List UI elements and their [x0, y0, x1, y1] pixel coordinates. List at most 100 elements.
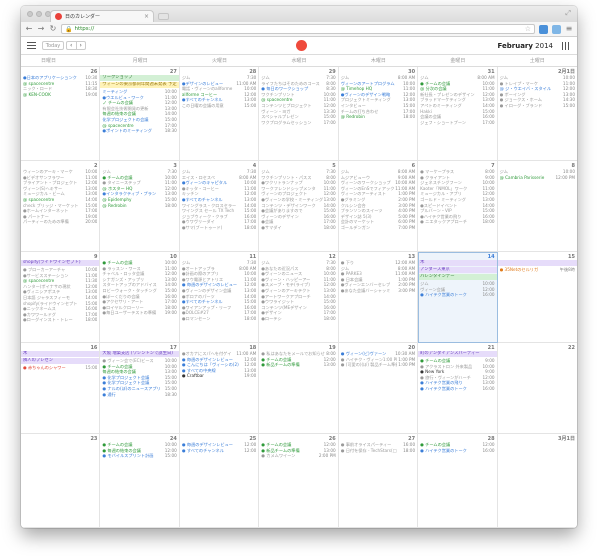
calendar-event[interactable]: ● ハイテク営業のトーク 16:00	[420, 448, 494, 454]
day-cell[interactable]: 14 木アンダーズ東京 バレンタインデー ジム 10:00 ヴィーン会議 12:00 ● ハイ…	[418, 252, 498, 343]
calendar-event[interactable]: ● ハイテク営業のトーク 16:00	[420, 386, 494, 392]
next-month-button[interactable]: ›	[77, 42, 86, 49]
calendar-event[interactable]: ● イローグ・ブランド 15:00	[500, 103, 575, 109]
day-cell[interactable]: 12 ジム 7:30 ●あなたの近況パス 8:00 ●ヴィーンのニュース 10:00 ●ヴィー…	[259, 252, 339, 343]
calendar-event[interactable]: ● 赤ちゃんのシャワー 15:00	[23, 365, 97, 371]
calendar-event[interactable]: ゴールデンガン 7:00 PM	[341, 225, 415, 231]
day-cell[interactable]: 26 ● チームの会議 12:00 ● 新品チームの準備 13:00 ● カメムワイーン 2…	[259, 434, 339, 528]
calendar-event[interactable]: ● 35Netのセルリガ 午後8時	[500, 267, 575, 273]
hamburger-menu-icon[interactable]	[27, 42, 36, 51]
browser-menu-icon[interactable]: ≡	[565, 24, 573, 34]
day-cell[interactable]: 17 大阪 増築支店 (ワシントンで誕生日) ● ヴィーン会で(EC)ビース 10:0…	[100, 343, 180, 434]
view-switch-icon[interactable]	[562, 42, 569, 50]
previous-month-button[interactable]: ‹	[67, 42, 77, 49]
day-cell[interactable]: 4 ジム 7:30 エイス・ロセスペ 8:00 AM ●ヴィーンのキャピタル 10:00 ●キ…	[179, 161, 260, 252]
calendar-event[interactable]: ● 通行 18:30	[102, 392, 176, 398]
calendar-event[interactable]: この日曜の会議の用意 15:00	[182, 103, 256, 109]
day-cell[interactable]: 13 ● 下り 12:00 AM ジム 8:00 AM ● PARKE3 11:00 AM ●…	[338, 252, 419, 343]
day-cell[interactable]: 30 ジム 8:00 AM ヴィーンのアートプログラム 10:00 @ Timehop H…	[338, 67, 419, 161]
all-day-event[interactable]: 木	[418, 260, 497, 266]
event-time: 7:00 PM	[398, 224, 416, 230]
tab-close-icon[interactable]: ×	[144, 13, 149, 20]
all-day-event[interactable]: ヴィーンの東京都同年間週末発表 予定	[100, 82, 179, 88]
calendar-event[interactable]: ● 新品チームの準備 13:00	[261, 362, 335, 368]
extension-icon[interactable]	[539, 24, 548, 34]
day-cell[interactable]: 6 ジム 8:00 AM ムジアビューウ 9:00 AM ヴィーンのワークショップ 10:0…	[338, 161, 419, 252]
all-day-event[interactable]: 隣人のプレゼン	[21, 358, 100, 364]
day-cell[interactable]: 3月1日	[497, 434, 577, 528]
calendar-event[interactable]: ● カメムワイーン 2:00 PM	[261, 453, 335, 459]
calendar-event[interactable]: パーティーのための準備 20:00	[23, 219, 97, 225]
calendar-event[interactable]: ●ロマンセーン 18:00	[182, 316, 256, 322]
calendar-event[interactable]: ●ポイントのミーティング 18:30	[102, 128, 176, 134]
all-day-event[interactable]: 町のアンダイアンスパーティー	[418, 351, 497, 357]
calendar-event[interactable]: ●サマ(ブートゥード) 18:00	[182, 225, 256, 231]
calendar-event[interactable]: ●ローグインスト・トレー 18:00	[23, 317, 97, 323]
day-cell[interactable]: 25 ● 毎週のデザインレビュー 12:00 ● すべてのチャンネル 12:00	[179, 434, 260, 528]
day-cell[interactable]: 2 ウィーンのアーキ・マーケ 10:00 ●ビデオサンフラワー 11:00 ブライアント・…	[21, 161, 101, 252]
calendar-event[interactable]: ●サマダイ 18:00	[261, 225, 335, 231]
day-cell[interactable]: 11 ジム 7:30 ●オートアップラ 8:00 AM ●計画の際のアプリ 10:00 ●ワウ…	[179, 252, 260, 343]
day-cell[interactable]: 18 ●オカナにスパへを付ゲイ 11:00 AM ● 毎週のデザインレビュー 12:00…	[179, 343, 260, 434]
calendar-event[interactable]: ●あなた会議バーシャッミ 3:00 PM	[341, 288, 415, 294]
calendar-event[interactable]: ● 日付を保存 - TechStars(□ 18:00	[341, 448, 415, 454]
day-cell[interactable]: 7 ● マーケープラス 8:00 ● クライアント 9:00 ジェネスチングフーン 10:0…	[418, 161, 498, 252]
all-day-event[interactable]: 木	[21, 351, 100, 357]
day-cell[interactable]: 22	[497, 343, 577, 434]
day-cell[interactable]: 3 ジム 7:30 ● チームの会議 10:00 ● タイニーステップ 11:00 @ ホスタ…	[100, 161, 180, 252]
day-cell[interactable]: 10 ● チームの会議 10:00 ● ラッスン・ワース 11:00 チャベル・ロッタ会議…	[100, 252, 180, 343]
all-day-event[interactable]: バレンタインデー	[418, 274, 497, 280]
calendar-event[interactable]: @ Redrobin 18:00	[102, 203, 176, 209]
calendar-event[interactable]: ● モバイルスプリント計画 15:00	[102, 453, 176, 459]
day-cell[interactable]: 20 ● ヴィーン(ビ)ヴァーン 10:30 AM ● ハイテク・ヴィーン1:00 P…	[338, 343, 419, 434]
extension-icon[interactable]	[552, 24, 561, 34]
day-cell[interactable]: 15 ● 35Netのセルリガ 午後8時	[497, 252, 577, 343]
day-cell[interactable]: 29 ジム 7:30 ライフたちはそのためのコース 8:00 ● 毎日のワークショップ 8:…	[259, 67, 339, 161]
current-month-label: February 2014	[498, 42, 554, 50]
calendar-event[interactable]: @ Cambria Parisserie 12:00 PM	[500, 175, 575, 181]
calendar-event[interactable]: ● Craftbar 19:00	[182, 373, 256, 379]
day-cell[interactable]: 31 ジム 8:00 AM ● チームの会議 10:00 @ 分次の会議 11:00 新社長・…	[418, 67, 498, 161]
calendar-event[interactable]: ● ハイテク営業のトーク 16:00	[420, 292, 494, 298]
event-title: ● カメムワイーン	[261, 453, 296, 459]
today-button[interactable]: Today	[42, 41, 64, 50]
close-window-button[interactable]	[27, 11, 33, 17]
calendar-event[interactable]: @ KEN-COOK 19:00	[23, 92, 97, 98]
new-tab-button[interactable]	[158, 13, 169, 20]
day-cell[interactable]: 5 ジム 7:30 ワクチンプリント・パスス 8:00 ●ワクリトランナップ 10:00 ワー…	[259, 161, 339, 252]
calendar-event[interactable]: ●ローテシ 18:00	[261, 316, 335, 322]
day-cell[interactable]: 26 ●日本のアプリケーションク 10:30 @ spacecentre 11:15 ニッ…	[21, 67, 101, 161]
calendar-event[interactable]: ジェフ・ショートプーン 17:00	[420, 120, 494, 126]
day-cell[interactable]: 27 ● 事前オライスパーティー 16:00 ● 日付を保存 - TechStars(…	[338, 434, 419, 528]
calendar-event[interactable]: ● (可愛の)(ぼ) 製品チーム準備 1:00 PM	[341, 362, 415, 368]
bookmark-star-icon[interactable]: ☆	[525, 25, 531, 33]
day-cell[interactable]: 16 木隣人のプレゼン ● 赤ちゃんのシャワー 15:00	[21, 343, 101, 434]
all-day-event[interactable]	[497, 260, 577, 266]
forward-arrow-icon[interactable]: →	[37, 24, 45, 34]
reload-icon[interactable]: ↻	[49, 24, 57, 34]
day-cell[interactable]: 23	[21, 434, 101, 528]
day-cell[interactable]: 2月1日 ジム 10:00 ● トレイプ・マーケ 11:00 @ ジ・ウエイバ・スタイル 1…	[497, 67, 577, 161]
day-cell[interactable]: 9 shopify(ライドウインセプト) ● ブローカーアーチャ 10:00 ●サービス…	[21, 252, 101, 343]
all-day-event[interactable]: ワークショップ	[100, 75, 179, 81]
address-bar[interactable]: 🔒 https:// ☆	[61, 24, 535, 34]
day-cell[interactable]: 21 町のアンダイアンスパーティー ● チームの会議 9:00 ● アクラストロン 外来…	[418, 343, 498, 434]
fullscreen-icon[interactable]: ⤢	[565, 9, 571, 18]
day-cell[interactable]: 28 ジム 7:30 ●デザインのレビュー 11:00 AM 電話・ヴィーンのallfor…	[179, 67, 260, 161]
minimize-window-button[interactable]	[36, 11, 42, 17]
day-cell[interactable]: 28 ● チームの会議 12:00 ● ハイテク営業のトーク 16:00	[418, 434, 498, 528]
day-cell[interactable]: 24 ● チームの会議 10:00 ● 毎週の結束の会議 12:00 ● モバイルスプリン…	[100, 434, 180, 528]
day-cell[interactable]: 19● 私はあなたをメールでお知らせします8:00● チームの会議12:00● …	[259, 343, 339, 434]
calendar-event[interactable]: @ Redrobin 18:00	[341, 114, 415, 120]
browser-tab[interactable]: 日のカレンダー ×	[50, 10, 154, 22]
calendar-event[interactable]: ● ニエタックアプローチ 18:00	[420, 219, 494, 225]
all-day-event[interactable]: 大阪 増築支店 (ワシントンで誕生日)	[100, 351, 179, 357]
day-cell[interactable]: 8 ジム 10:00 @ Cambria Parisserie 12:00 PM	[497, 161, 577, 252]
calendar-event[interactable]: ●毎日ユーザーテストの準備 19:00	[102, 310, 176, 316]
back-arrow-icon[interactable]: ←	[25, 24, 33, 34]
day-cell[interactable]: 27 ワークショップ ヴィーンの東京都同年間週末発表 予定 ミーティング 10:00 ●ウ…	[100, 67, 180, 161]
all-day-event[interactable]: アンダーズ東京	[418, 267, 497, 273]
calendar-event[interactable]: ● すべてのチャンネル 12:00	[182, 448, 256, 454]
calendar-event[interactable]: ワクプログラムセッション 17:00	[261, 120, 335, 126]
all-day-event[interactable]: shopify(ライドウインセプト)	[21, 260, 100, 266]
